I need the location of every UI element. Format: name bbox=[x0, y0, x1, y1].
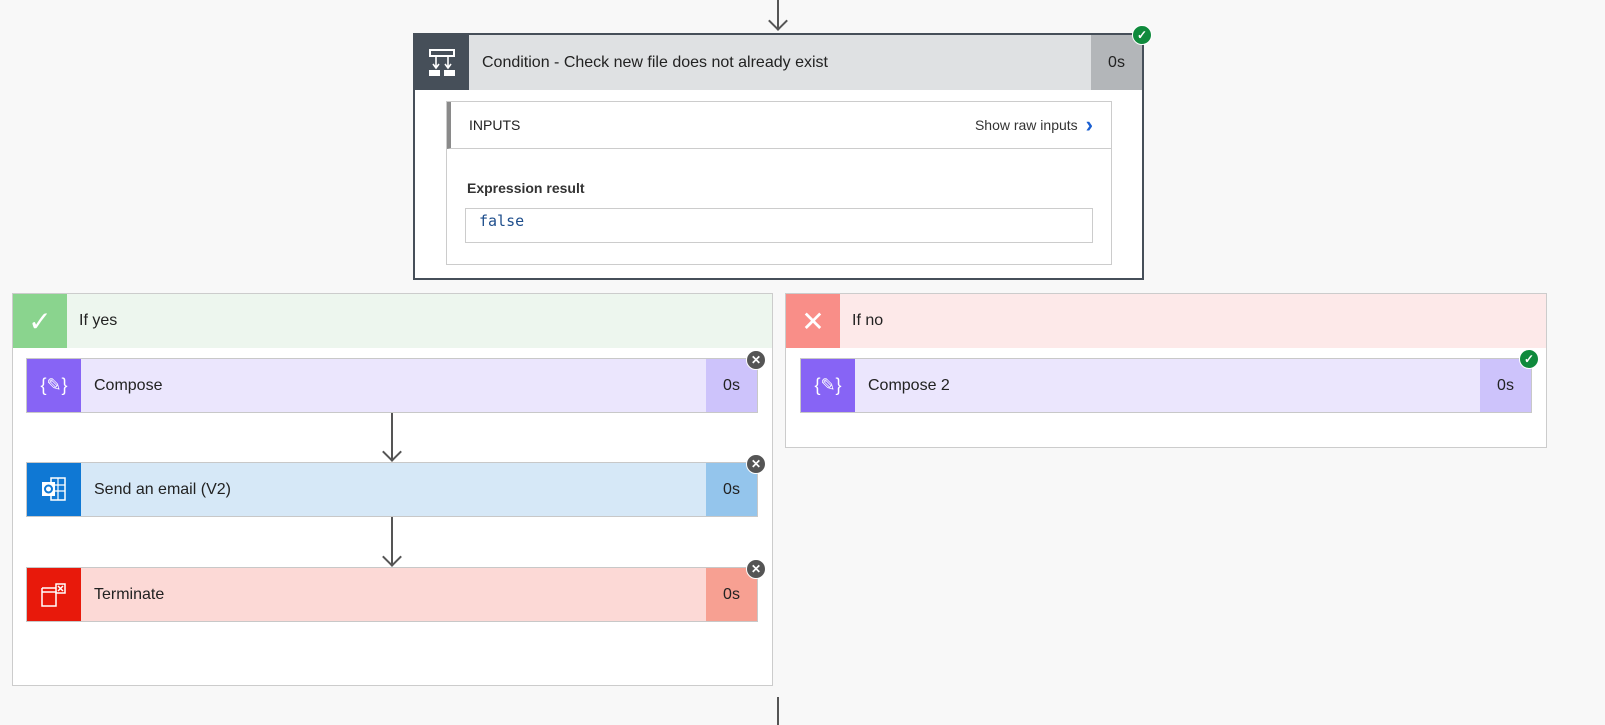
inputs-panel: INPUTS Show raw inputs › Expression resul… bbox=[446, 101, 1112, 265]
expression-result-label: Expression result bbox=[467, 180, 585, 196]
action-title: Terminate bbox=[94, 585, 165, 603]
action-terminate[interactable]: Terminate 0s bbox=[26, 567, 758, 622]
if-yes-header[interactable]: ✓ If yes bbox=[13, 294, 772, 348]
show-raw-inputs-link[interactable]: Show raw inputs › bbox=[975, 112, 1093, 138]
chevron-right-icon: › bbox=[1085, 112, 1093, 137]
compose-icon: {✎} bbox=[27, 359, 81, 412]
success-check-icon: ✓ bbox=[1132, 25, 1152, 45]
condition-title: Condition - Check new file does not alre… bbox=[482, 53, 828, 71]
skipped-icon: ✕ bbox=[746, 350, 766, 370]
action-compose-2[interactable]: {✎} Compose 2 0s bbox=[800, 358, 1532, 413]
duration: 0s bbox=[1091, 35, 1142, 90]
condition-icon bbox=[415, 35, 469, 90]
arrow-icon bbox=[768, 11, 788, 31]
action-title: Send an email (V2) bbox=[94, 480, 231, 498]
condition-card[interactable]: Condition - Check new file does not alre… bbox=[413, 25, 1152, 280]
if-yes-title: If yes bbox=[79, 312, 118, 329]
action-title: Compose 2 bbox=[868, 376, 950, 394]
action-title: Compose bbox=[94, 376, 163, 394]
inputs-label: INPUTS bbox=[469, 117, 521, 133]
action-compose[interactable]: {✎} Compose 0s bbox=[26, 358, 758, 413]
condition-header[interactable]: Condition - Check new file does not alre… bbox=[415, 35, 1142, 90]
skipped-icon: ✕ bbox=[746, 559, 766, 579]
outlook-icon bbox=[27, 463, 81, 516]
expression-result-value: false bbox=[465, 208, 1093, 243]
x-icon: ✕ bbox=[786, 294, 840, 348]
success-check-icon: ✓ bbox=[1519, 349, 1539, 369]
skipped-icon: ✕ bbox=[746, 454, 766, 474]
if-no-header[interactable]: ✕ If no bbox=[786, 294, 1546, 348]
if-no-title: If no bbox=[852, 312, 884, 329]
compose-icon: {✎} bbox=[801, 359, 855, 412]
terminate-icon bbox=[27, 568, 81, 621]
show-raw-inputs-label: Show raw inputs bbox=[974, 117, 1078, 133]
check-icon: ✓ bbox=[13, 294, 67, 348]
action-send-email[interactable]: Send an email (V2) 0s bbox=[26, 462, 758, 517]
connector-bottom bbox=[777, 697, 779, 725]
